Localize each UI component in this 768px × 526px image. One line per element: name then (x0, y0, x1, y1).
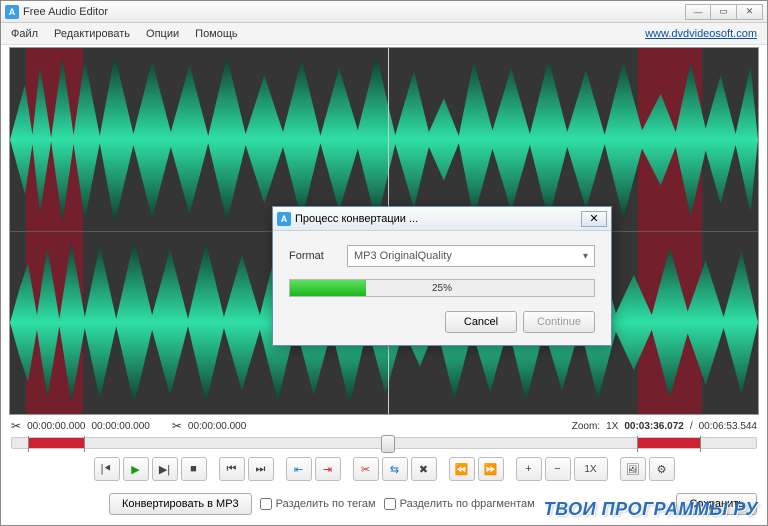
cut-time: 00:00:00.000 (188, 421, 246, 432)
window-controls: — ▭ ✕ (685, 4, 763, 20)
time-separator: / (690, 421, 693, 432)
dialog-title: Процесс конвертации ... (295, 213, 418, 225)
play-selection-button[interactable]: ▶| (152, 457, 178, 481)
next-marker-button[interactable]: ⏭ (248, 457, 274, 481)
stop-button[interactable]: ■ (181, 457, 207, 481)
scissors-icon: ✂ (172, 419, 182, 433)
menu-file[interactable]: Файл (3, 26, 46, 42)
cut-button[interactable]: ✂ (353, 457, 379, 481)
split-by-tags-input[interactable] (260, 498, 272, 510)
app-icon: A (5, 5, 19, 19)
ruler-selection-2[interactable] (637, 438, 700, 448)
dialog-close-button[interactable]: ✕ (581, 211, 607, 227)
zoom-label: Zoom: (572, 421, 600, 432)
progress-percent: 25% (290, 280, 594, 296)
app-icon: A (277, 212, 291, 226)
close-button[interactable]: ✕ (737, 4, 763, 20)
site-link[interactable]: www.dvdvideosoft.com (645, 28, 765, 40)
current-time: 00:03:36.072 (624, 421, 684, 432)
convert-mp3-button[interactable]: Конвертировать в MP3 (109, 493, 252, 515)
ruler-marker[interactable] (84, 436, 85, 452)
marker-out-button[interactable]: ⇥ (315, 457, 341, 481)
menu-edit[interactable]: Редактировать (46, 26, 138, 42)
settings-button[interactable]: ⚙ (649, 457, 675, 481)
ruler-marker[interactable] (700, 436, 701, 452)
window-title: Free Audio Editor (23, 6, 108, 18)
dialog-titlebar: A Процесс конвертации ... ✕ (273, 207, 611, 231)
play-button[interactable]: ▶ (123, 457, 149, 481)
goto-start-button[interactable]: |⯇ (94, 457, 120, 481)
zoom-value: 1X (606, 421, 618, 432)
ruler-selection-1[interactable] (28, 438, 84, 448)
minimize-button[interactable]: — (685, 4, 711, 20)
menubar: Файл Редактировать Опции Помощь www.dvdv… (1, 23, 767, 45)
ruler-marker[interactable] (28, 436, 29, 452)
waveform-left-svg (10, 48, 758, 231)
progress-bar: 25% (289, 279, 595, 297)
ruler-marker[interactable] (637, 436, 638, 452)
seek-back-button[interactable]: ⏪ (449, 457, 475, 481)
seek-fwd-button[interactable]: ⏩ (478, 457, 504, 481)
prev-marker-button[interactable]: ⏮ (219, 457, 245, 481)
timeline-ruler[interactable] (11, 437, 757, 449)
cancel-button[interactable]: Cancel (445, 311, 517, 333)
zoom-in-button[interactable]: + (516, 457, 542, 481)
titlebar: A Free Audio Editor — ▭ ✕ (1, 1, 767, 23)
transport-toolbar: |⯇ ▶ ▶| ■ ⏮ ⏭ ⇤ ⇥ ✂ ⇆ ✖ ⏪ ⏩ + − 1X 🖼 ⚙ (1, 449, 767, 487)
zoom-out-button[interactable]: − (545, 457, 571, 481)
timecode-bar: ✂ 00:00:00.000 00:00:00.000 ✂ 00:00:00.0… (1, 415, 767, 437)
menu-help[interactable]: Помощь (187, 26, 246, 42)
maximize-button[interactable]: ▭ (711, 4, 737, 20)
continue-button[interactable]: Continue (523, 311, 595, 333)
format-label: Format (289, 250, 333, 262)
conversion-dialog: A Процесс конвертации ... ✕ Format MP3 O… (272, 206, 612, 346)
image-button[interactable]: 🖼 (620, 457, 646, 481)
delete-button[interactable]: ✖ (411, 457, 437, 481)
total-time: 00:06:53.544 (699, 421, 757, 432)
split-by-fragments-input[interactable] (384, 498, 396, 510)
selection-end-time: 00:00:00.000 (91, 421, 149, 432)
selection-start-time: 00:00:00.000 (27, 421, 85, 432)
split-by-tags-checkbox[interactable]: Разделить по тегам (260, 498, 376, 510)
split-by-fragments-checkbox[interactable]: Разделить по фрагментам (384, 498, 535, 510)
menu-options[interactable]: Опции (138, 26, 187, 42)
footer-bar: Конвертировать в MP3 Разделить по тегам … (1, 487, 767, 525)
format-combobox[interactable]: MP3 OriginalQuality (347, 245, 595, 267)
ruler-playhead-handle[interactable] (381, 435, 395, 453)
speed-button[interactable]: 1X (574, 457, 608, 481)
scissors-icon: ✂ (11, 419, 21, 433)
waveform-channel-left (10, 48, 758, 231)
trim-button[interactable]: ⇆ (382, 457, 408, 481)
marker-in-button[interactable]: ⇤ (286, 457, 312, 481)
format-value: MP3 OriginalQuality (354, 250, 452, 262)
save-button[interactable]: Сохранить (676, 493, 757, 515)
